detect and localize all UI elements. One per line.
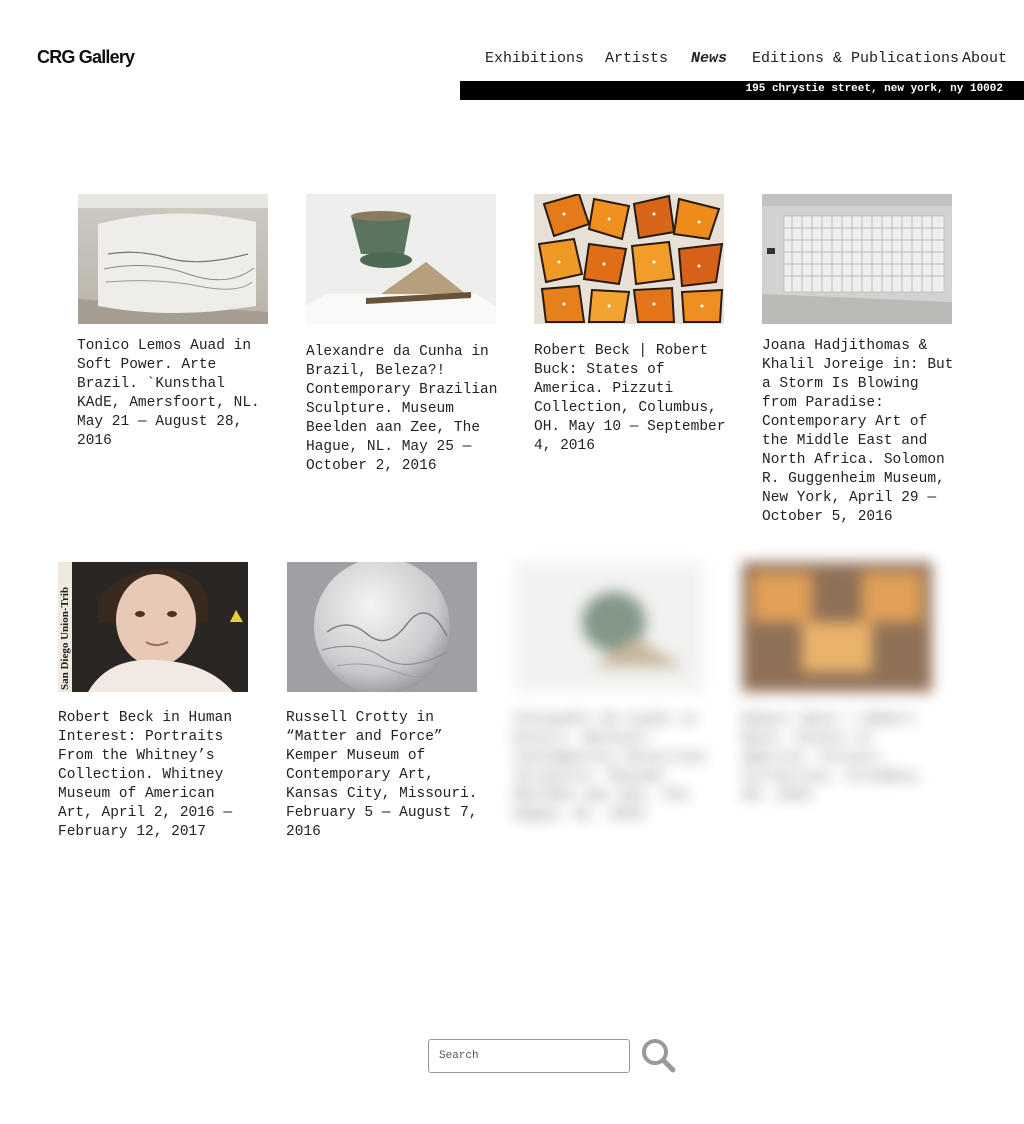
nav-editions-publications[interactable]: Editions & Publications — [752, 50, 959, 67]
search-icon[interactable] — [640, 1037, 676, 1073]
news-image-dacunha[interactable] — [306, 194, 496, 324]
news-image-beck-buck[interactable] — [534, 194, 724, 324]
nav-about[interactable]: About — [962, 50, 1007, 67]
news-caption-crotty[interactable]: Russell Crotty in “Matter and Force” Kem… — [286, 709, 482, 842]
gallery-address: 195 chrystie street, new york, ny 10002 — [745, 83, 1003, 95]
nav-exhibitions[interactable]: Exhibitions — [485, 50, 584, 67]
news-item-loading-2: Robert Beck | Robert Buck: States of Ame… — [742, 562, 938, 832]
news-caption-blurred-2: Robert Beck | Robert Buck: States of Ame… — [742, 712, 925, 804]
news-caption-beck-whitney[interactable]: Robert Beck in Human Interest: Portraits… — [58, 709, 254, 842]
nav-artists[interactable]: Artists — [605, 50, 668, 67]
news-image-hadjithomas-joreige[interactable] — [762, 194, 952, 324]
news-image-crotty[interactable] — [287, 562, 477, 692]
image-newspaper-text: San Diego Union-Trib — [59, 587, 71, 690]
news-caption-beck-buck[interactable]: Robert Beck | Robert Buck: States of Ame… — [534, 342, 730, 456]
news-image-beck-whitney[interactable]: San Diego Union-Trib — [58, 562, 248, 692]
news-caption-auad[interactable]: Tonico Lemos Auad in Soft Power. Arte Br… — [77, 337, 273, 451]
news-item-loading-1: Alexandre da Cunha in Brazil, Beleza?! C… — [514, 562, 710, 852]
news-image-dacunha-blurred — [514, 562, 704, 692]
news-caption-hadjithomas-joreige[interactable]: Joana Hadjithomas & Khalil Joreige in: B… — [762, 337, 958, 527]
search-input[interactable] — [428, 1039, 630, 1073]
news-caption-blurred-1: Alexandre da Cunha in Brazil, Beleza?! C… — [514, 712, 706, 823]
news-image-beck-buck-blurred — [742, 562, 932, 692]
news-caption-dacunha[interactable]: Alexandre da Cunha in Brazil, Beleza?! C… — [306, 343, 502, 476]
site-logo[interactable]: CRG Gallery — [37, 47, 135, 68]
news-image-auad[interactable] — [78, 194, 268, 324]
nav-news[interactable]: News — [691, 50, 727, 67]
address-bar: 195 chrystie street, new york, ny 10002 — [460, 81, 1024, 100]
